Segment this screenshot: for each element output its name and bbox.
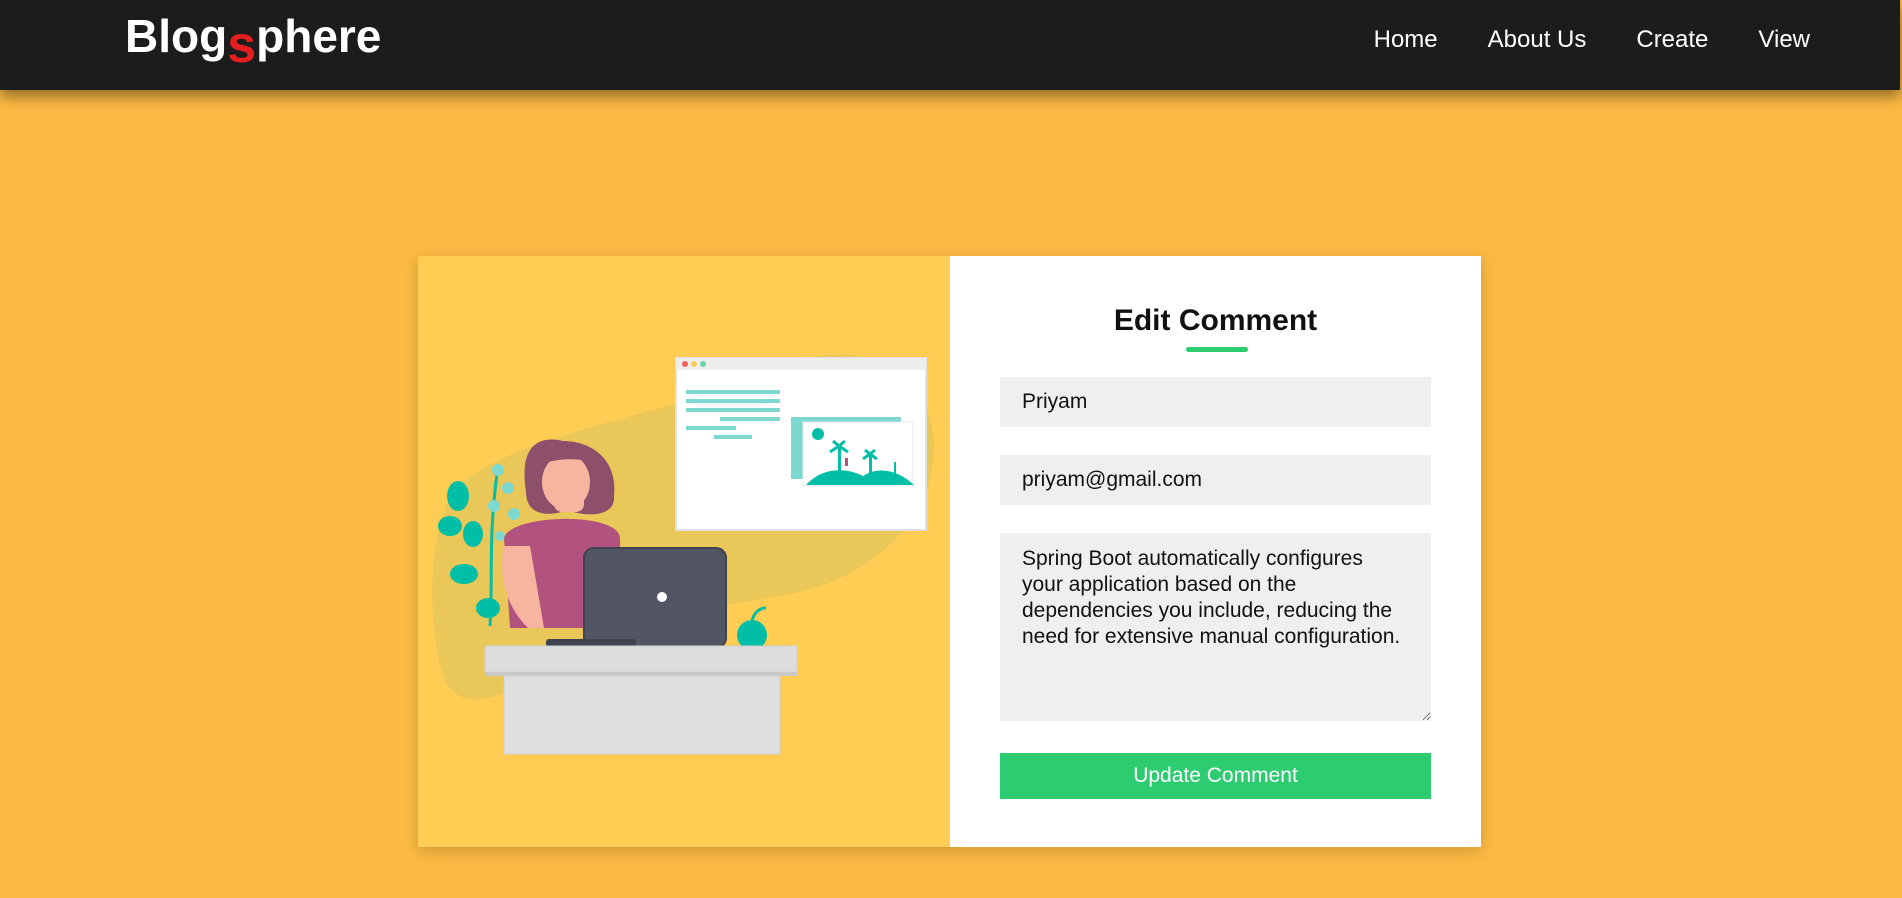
nav-links: Home About Us Create View [1374,25,1810,55]
brand-suffix: phere [256,10,382,62]
nav-link-about-us[interactable]: About Us [1488,25,1587,55]
desk-graphic [484,645,798,755]
form-title: Edit Comment [1113,304,1318,337]
nav-link-create[interactable]: Create [1636,25,1708,55]
illustration-panel [418,256,950,847]
woman-at-laptop-illustration [432,354,935,755]
comment-textarea[interactable]: Spring Boot automatically configures you… [1000,533,1431,721]
browser-window-graphic [675,357,927,531]
title-underline [1186,347,1248,352]
edit-comment-form: Edit Comment Spring Boot automatically c… [950,256,1481,847]
nav-link-view[interactable]: View [1758,25,1810,55]
nav-link-home[interactable]: Home [1374,25,1438,55]
name-field[interactable] [1000,377,1431,427]
brand-prefix: Blog [125,10,228,62]
update-comment-button[interactable]: Update Comment [1000,753,1431,799]
navbar: Blogsphere Home About Us Create View [0,0,1900,90]
email-field[interactable] [1000,455,1431,505]
edit-comment-card: Edit Comment Spring Boot automatically c… [418,256,1481,847]
brand-accent: s [227,16,257,74]
apple-graphic [737,606,767,650]
brand-logo[interactable]: Blogsphere [125,10,382,71]
